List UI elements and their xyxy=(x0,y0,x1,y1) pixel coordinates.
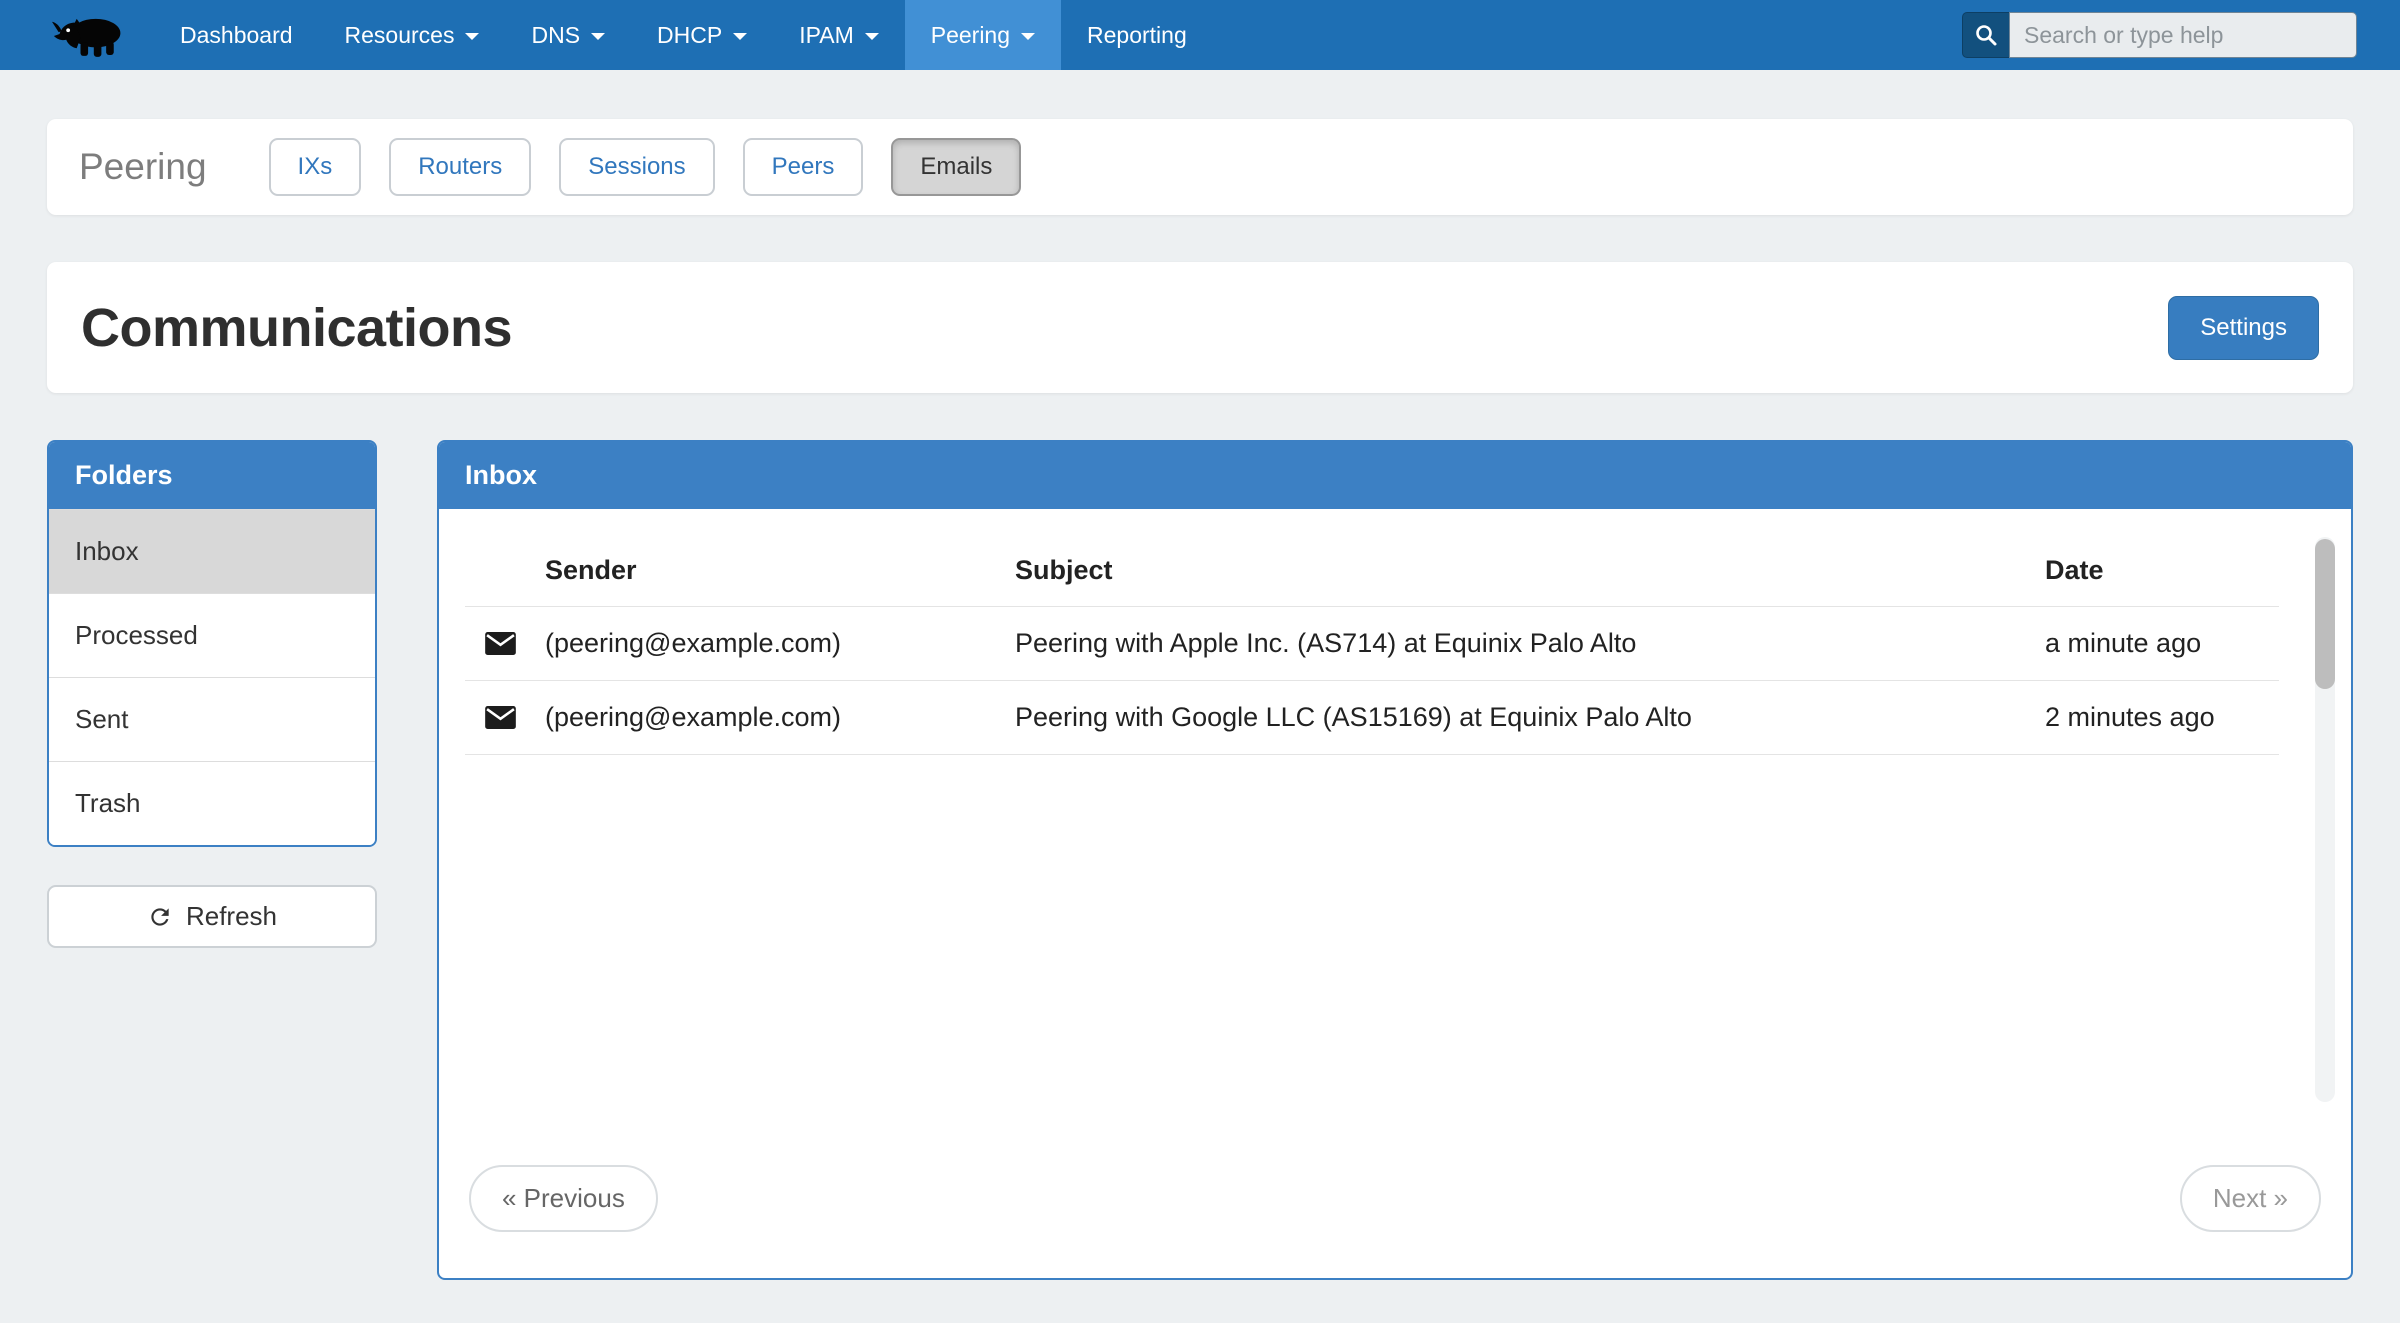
pagination: « Previous Next » xyxy=(439,1165,2351,1278)
mail-table-header-row: Sender Subject Date xyxy=(465,533,2279,607)
nav-item-resources[interactable]: Resources xyxy=(319,0,506,70)
mail-date: a minute ago xyxy=(2045,607,2279,681)
caret-down-icon xyxy=(733,33,747,40)
next-page-button[interactable]: Next » xyxy=(2180,1165,2321,1232)
mail-date: 2 minutes ago xyxy=(2045,681,2279,755)
folders-panel-header: Folders xyxy=(49,442,375,509)
mail-table: Sender Subject Date xyxy=(465,533,2279,755)
column-header-sender: Sender xyxy=(545,533,1015,607)
refresh-icon xyxy=(147,904,173,930)
caret-down-icon xyxy=(591,33,605,40)
main-nav: Dashboard Resources DNS DHCP IPAM Peerin… xyxy=(154,0,1213,70)
inbox-panel-header: Inbox xyxy=(439,442,2351,509)
mail-subject: Peering with Google LLC (AS15169) at Equ… xyxy=(1015,681,2045,755)
nav-label: DHCP xyxy=(657,22,722,49)
caret-down-icon xyxy=(1021,33,1035,40)
column-header-subject: Subject xyxy=(1015,533,2045,607)
nav-label: Resources xyxy=(345,22,455,49)
peering-toolbar: Peering IXs Routers Sessions Peers Email… xyxy=(47,119,2353,215)
folder-item-inbox[interactable]: Inbox xyxy=(49,509,375,593)
caret-down-icon xyxy=(865,33,879,40)
folders-panel: Folders Inbox Processed Sent Trash xyxy=(47,440,377,847)
page-title: Communications xyxy=(81,297,512,359)
scrollbar-thumb[interactable] xyxy=(2315,539,2335,689)
column-header-date: Date xyxy=(2045,533,2279,607)
main-content: Folders Inbox Processed Sent Trash Refre… xyxy=(47,440,2353,1280)
nav-item-reporting[interactable]: Reporting xyxy=(1061,0,1213,70)
folder-item-trash[interactable]: Trash xyxy=(49,761,375,845)
refresh-button[interactable]: Refresh xyxy=(47,885,377,948)
nav-item-ipam[interactable]: IPAM xyxy=(773,0,905,70)
mail-row[interactable]: (peering@example.com) Peering with Googl… xyxy=(465,681,2279,755)
global-search xyxy=(1962,12,2357,58)
top-navbar: Dashboard Resources DNS DHCP IPAM Peerin… xyxy=(0,0,2400,70)
nav-item-dhcp[interactable]: DHCP xyxy=(631,0,773,70)
folder-item-processed[interactable]: Processed xyxy=(49,593,375,677)
inbox-body: Sender Subject Date xyxy=(439,509,2351,1165)
search-input[interactable] xyxy=(2009,12,2357,58)
envelope-icon xyxy=(485,632,516,655)
nav-label: Reporting xyxy=(1087,22,1187,49)
nav-label: DNS xyxy=(531,22,580,49)
rhino-logo-icon xyxy=(52,11,128,59)
nav-label: Peering xyxy=(931,22,1010,49)
nav-item-peering[interactable]: Peering xyxy=(905,0,1061,70)
section-title: Peering xyxy=(79,146,207,188)
caret-down-icon xyxy=(465,33,479,40)
nav-item-dns[interactable]: DNS xyxy=(505,0,631,70)
nav-item-dashboard[interactable]: Dashboard xyxy=(154,0,319,70)
mail-sender: (peering@example.com) xyxy=(545,681,1015,755)
folder-item-sent[interactable]: Sent xyxy=(49,677,375,761)
inbox-panel: Inbox Sender Subject Date xyxy=(437,440,2353,1280)
mail-row[interactable]: (peering@example.com) Peering with Apple… xyxy=(465,607,2279,681)
envelope-icon xyxy=(485,706,516,729)
mail-subject: Peering with Apple Inc. (AS714) at Equin… xyxy=(1015,607,2045,681)
inbox-column: Inbox Sender Subject Date xyxy=(437,440,2353,1280)
app-logo[interactable] xyxy=(52,11,128,59)
communications-header: Communications Settings xyxy=(47,262,2353,393)
tab-ixs[interactable]: IXs xyxy=(269,138,362,196)
refresh-label: Refresh xyxy=(186,901,277,932)
column-header-icon xyxy=(465,533,545,607)
nav-label: Dashboard xyxy=(180,22,293,49)
tab-emails[interactable]: Emails xyxy=(891,138,1021,196)
tab-peers[interactable]: Peers xyxy=(743,138,864,196)
tab-sessions[interactable]: Sessions xyxy=(559,138,714,196)
previous-page-button[interactable]: « Previous xyxy=(469,1165,658,1232)
settings-button[interactable]: Settings xyxy=(2168,296,2319,360)
folders-column: Folders Inbox Processed Sent Trash Refre… xyxy=(47,440,377,948)
search-icon[interactable] xyxy=(1962,12,2009,58)
tab-routers[interactable]: Routers xyxy=(389,138,531,196)
scrollbar-track[interactable] xyxy=(2315,537,2335,1102)
mail-sender: (peering@example.com) xyxy=(545,607,1015,681)
nav-label: IPAM xyxy=(799,22,854,49)
